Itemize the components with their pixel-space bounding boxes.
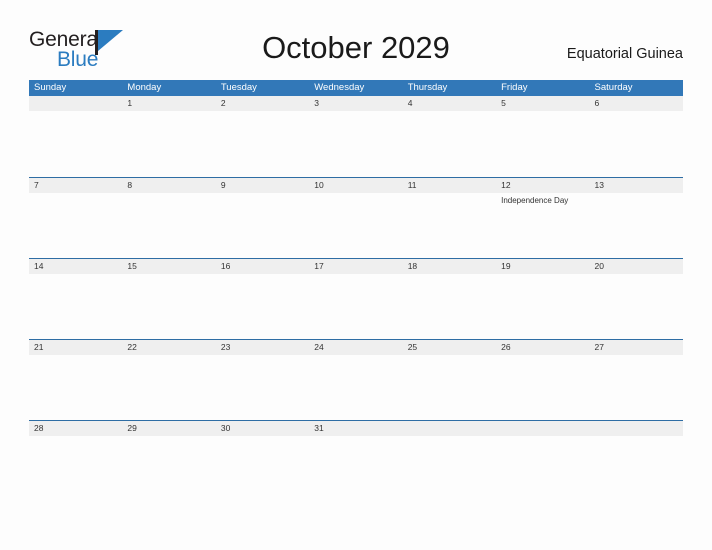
week-event-row <box>29 355 683 357</box>
day-cell[interactable]: 16 <box>216 259 309 274</box>
weekday-header-sunday: Sunday <box>34 82 67 93</box>
weekday-header-wednesday: Wednesday <box>314 82 365 93</box>
day-event <box>496 355 589 357</box>
week-row: 14 15 16 17 18 19 20 <box>29 258 683 339</box>
day-cell[interactable]: 31 <box>309 421 402 436</box>
week-row: 28 29 30 31 <box>29 420 683 501</box>
day-event <box>309 193 402 206</box>
day-event <box>403 193 496 206</box>
day-event <box>122 193 215 206</box>
day-cell[interactable]: 9 <box>216 178 309 193</box>
day-event <box>216 355 309 357</box>
day-cell[interactable]: 10 <box>309 178 402 193</box>
day-event <box>496 111 589 113</box>
day-cell[interactable]: 12 <box>496 178 589 193</box>
calendar-page: General Blue October 2029 Equatorial Gui… <box>0 0 712 550</box>
day-event <box>29 193 122 206</box>
day-cell[interactable]: 27 <box>590 340 683 355</box>
day-event <box>29 436 122 438</box>
week-row: 7 8 9 10 11 12 13 Independence Day <box>29 177 683 258</box>
day-event <box>590 274 683 276</box>
day-cell[interactable]: 6 <box>590 96 683 111</box>
day-event <box>216 436 309 438</box>
week-event-row <box>29 111 683 113</box>
week-date-band: 28 29 30 31 <box>29 420 683 436</box>
day-event <box>122 274 215 276</box>
weekday-header-tuesday: Tuesday <box>220 82 257 93</box>
week-row: 1 2 3 4 5 6 <box>29 96 683 177</box>
day-event <box>122 436 215 438</box>
day-cell[interactable]: 7 <box>29 178 122 193</box>
day-event-holiday: Independence Day <box>501 196 569 205</box>
week-date-band: 21 22 23 24 25 26 27 <box>29 339 683 355</box>
day-cell[interactable]: 26 <box>496 340 589 355</box>
day-cell[interactable]: 14 <box>29 259 122 274</box>
day-event <box>590 436 683 438</box>
day-cell[interactable]: 25 <box>403 340 496 355</box>
day-event <box>590 193 683 206</box>
day-event <box>309 436 402 438</box>
day-event <box>29 355 122 357</box>
week-date-band: 7 8 9 10 11 12 13 <box>29 177 683 193</box>
day-event <box>216 111 309 113</box>
weekday-header-row: Sunday Monday Tuesday Wednesday Thursday… <box>29 80 683 96</box>
day-event <box>309 355 402 357</box>
weekday-header-friday: Friday <box>501 82 528 93</box>
week-date-band: 1 2 3 4 5 6 <box>29 96 683 111</box>
day-cell[interactable]: 17 <box>309 259 402 274</box>
day-event <box>122 355 215 357</box>
day-event <box>496 436 589 438</box>
day-event <box>216 193 309 206</box>
day-cell[interactable]: 30 <box>216 421 309 436</box>
page-header: General Blue October 2029 Equatorial Gui… <box>0 0 712 78</box>
day-event <box>403 436 496 438</box>
day-event <box>309 274 402 276</box>
day-cell[interactable]: 18 <box>403 259 496 274</box>
day-event <box>29 111 122 113</box>
calendar-grid: Sunday Monday Tuesday Wednesday Thursday… <box>29 80 683 501</box>
week-row: 21 22 23 24 25 26 27 <box>29 339 683 420</box>
week-event-row: Independence Day <box>29 193 683 206</box>
day-cell[interactable]: 28 <box>29 421 122 436</box>
day-cell[interactable] <box>403 421 496 436</box>
day-cell[interactable]: 20 <box>590 259 683 274</box>
day-event <box>216 274 309 276</box>
day-event <box>590 355 683 357</box>
weekday-header-monday: Monday <box>127 82 162 93</box>
day-cell[interactable]: 1 <box>122 96 215 111</box>
day-cell[interactable] <box>29 96 122 111</box>
day-cell[interactable]: 5 <box>496 96 589 111</box>
weekday-header-thursday: Thursday <box>407 82 448 93</box>
day-cell[interactable]: 19 <box>496 259 589 274</box>
day-cell[interactable]: 29 <box>122 421 215 436</box>
day-cell[interactable]: 11 <box>403 178 496 193</box>
day-cell[interactable]: 22 <box>122 340 215 355</box>
day-event <box>590 111 683 113</box>
day-cell[interactable]: 4 <box>403 96 496 111</box>
day-event <box>403 274 496 276</box>
week-event-row <box>29 274 683 276</box>
day-cell[interactable]: 24 <box>309 340 402 355</box>
day-event <box>309 111 402 113</box>
day-cell[interactable]: 2 <box>216 96 309 111</box>
week-date-band: 14 15 16 17 18 19 20 <box>29 258 683 274</box>
day-cell[interactable]: 3 <box>309 96 402 111</box>
day-event <box>496 274 589 276</box>
day-event <box>403 355 496 357</box>
day-cell[interactable] <box>590 421 683 436</box>
day-cell[interactable]: 8 <box>122 178 215 193</box>
day-event <box>29 274 122 276</box>
day-cell[interactable] <box>496 421 589 436</box>
region-label: Equatorial Guinea <box>566 46 683 62</box>
week-event-row <box>29 436 683 438</box>
day-cell[interactable]: 13 <box>590 178 683 193</box>
day-event <box>122 111 215 113</box>
day-cell[interactable]: 15 <box>122 259 215 274</box>
day-event <box>403 111 496 113</box>
day-cell[interactable]: 21 <box>29 340 122 355</box>
weekday-header-saturday: Saturday <box>594 82 633 93</box>
day-cell[interactable]: 23 <box>216 340 309 355</box>
